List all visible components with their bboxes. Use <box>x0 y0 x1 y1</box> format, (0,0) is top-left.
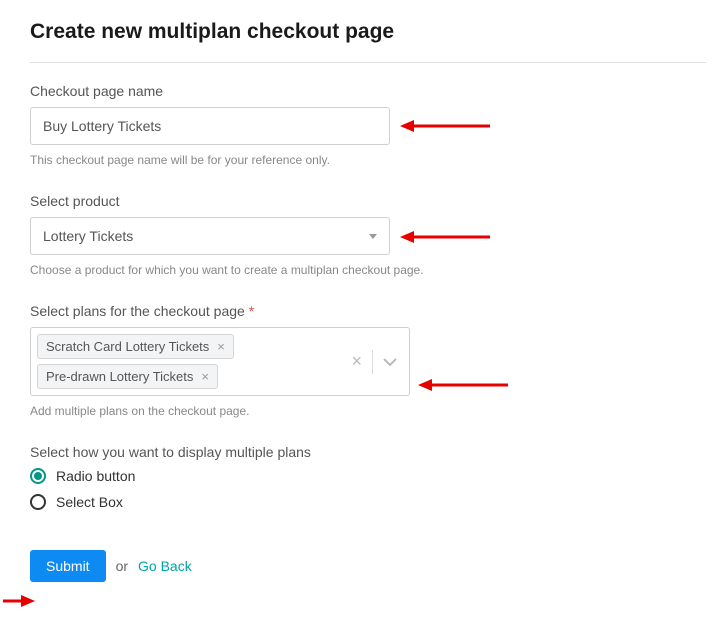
select-product-helper: Choose a product for which you want to c… <box>30 261 430 279</box>
select-product-group: Select product Lottery Tickets Choose a … <box>30 193 706 279</box>
radio-icon <box>30 494 46 510</box>
arrow-annotation-icon <box>3 594 35 608</box>
plan-tag: Pre-drawn Lottery Tickets × <box>37 364 218 389</box>
divider <box>30 62 706 63</box>
chevron-down-icon[interactable] <box>383 358 397 366</box>
chevron-down-icon <box>369 234 377 239</box>
submit-button[interactable]: Submit <box>30 550 106 582</box>
go-back-link[interactable]: Go Back <box>138 558 192 574</box>
radio-label: Radio button <box>56 468 135 484</box>
select-plans-label: Select plans for the checkout page * <box>30 303 706 319</box>
checkout-name-input[interactable] <box>30 107 390 145</box>
plan-tag-label: Pre-drawn Lottery Tickets <box>46 369 193 384</box>
radio-option-select-box[interactable]: Select Box <box>30 494 706 510</box>
page-title: Create new multiplan checkout page <box>30 20 706 44</box>
select-product-value: Lottery Tickets <box>43 228 133 244</box>
checkout-name-group: Checkout page name This checkout page na… <box>30 83 706 169</box>
remove-tag-icon[interactable]: × <box>201 369 209 384</box>
plan-tag-label: Scratch Card Lottery Tickets <box>46 339 209 354</box>
remove-tag-icon[interactable]: × <box>217 339 225 354</box>
required-star: * <box>249 303 254 319</box>
or-text: or <box>116 558 128 574</box>
checkout-name-helper: This checkout page name will be for your… <box>30 151 430 169</box>
plan-tag: Scratch Card Lottery Tickets × <box>37 334 234 359</box>
control-divider <box>372 350 373 374</box>
actions-row: Submit or Go Back <box>30 550 706 582</box>
select-product-dropdown[interactable]: Lottery Tickets <box>30 217 390 255</box>
display-mode-label: Select how you want to display multiple … <box>30 444 706 460</box>
multiselect-controls: × <box>351 328 409 395</box>
radio-icon <box>30 468 46 484</box>
select-plans-label-text: Select plans for the checkout page <box>30 303 249 319</box>
select-plans-group: Select plans for the checkout page * Scr… <box>30 303 706 420</box>
checkout-name-label: Checkout page name <box>30 83 706 99</box>
tags-area: Scratch Card Lottery Tickets × Pre-drawn… <box>31 328 351 395</box>
radio-option-radio-button[interactable]: Radio button <box>30 468 706 484</box>
select-plans-multiselect[interactable]: Scratch Card Lottery Tickets × Pre-drawn… <box>30 327 410 396</box>
select-product-label: Select product <box>30 193 706 209</box>
clear-all-icon[interactable]: × <box>351 351 362 372</box>
select-plans-helper: Add multiple plans on the checkout page. <box>30 402 430 420</box>
radio-label: Select Box <box>56 494 123 510</box>
display-mode-group: Select how you want to display multiple … <box>30 444 706 510</box>
